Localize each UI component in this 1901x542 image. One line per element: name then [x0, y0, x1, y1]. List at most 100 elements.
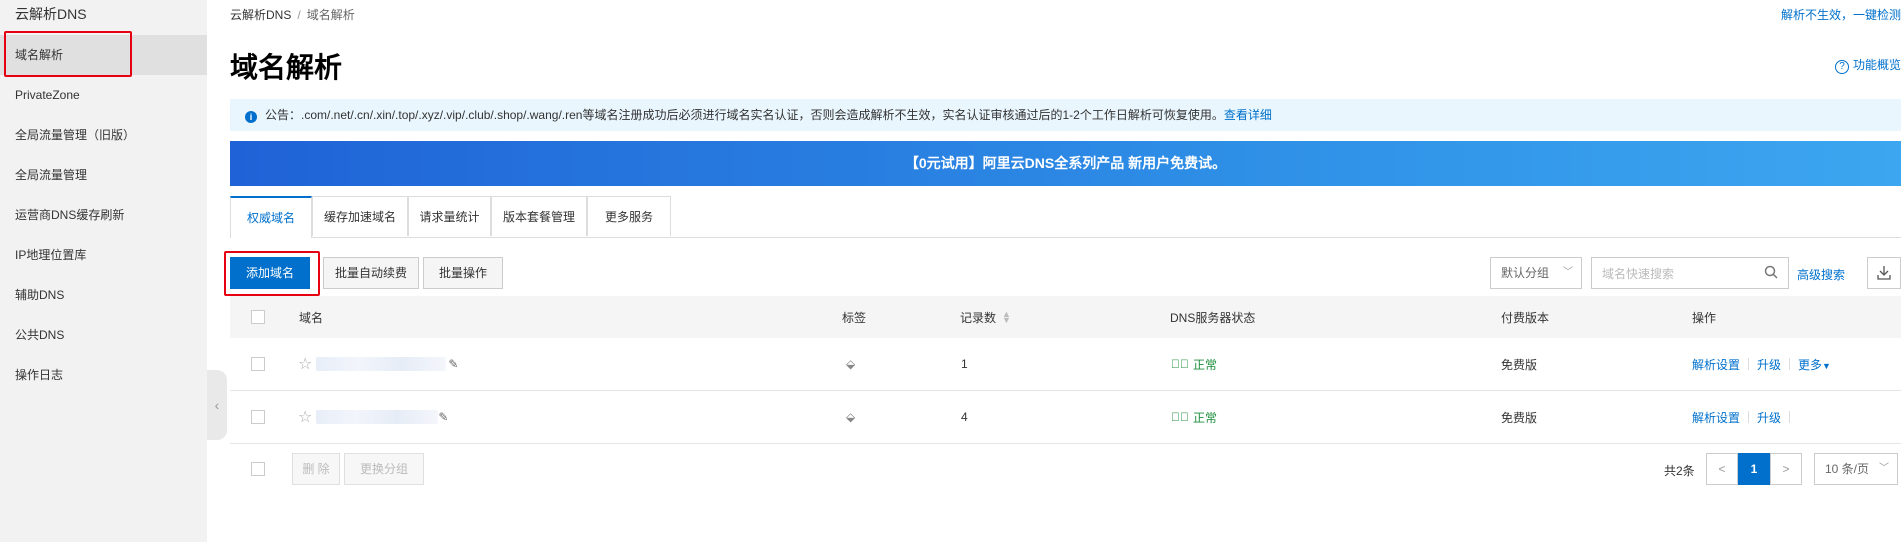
- divider: [1789, 411, 1791, 423]
- tab-version-packages[interactable]: 版本套餐管理: [491, 196, 587, 236]
- tag-icon[interactable]: ⬙: [846, 357, 855, 371]
- header-domain: 域名: [299, 310, 324, 325]
- notice-detail-link[interactable]: 查看详细: [1224, 108, 1272, 122]
- batch-operations-button[interactable]: 批量操作: [423, 257, 503, 289]
- highlight-box-sidebar: [4, 31, 132, 77]
- header-tag: 标签: [842, 310, 867, 325]
- redacted-domain-name[interactable]: [316, 357, 447, 371]
- dns-check-link[interactable]: 解析不生效，一键检测: [1781, 6, 1901, 23]
- change-group-button[interactable]: 更换分组: [344, 453, 424, 485]
- info-icon: i: [245, 111, 257, 123]
- table-footer: [230, 444, 1901, 494]
- star-icon[interactable]: ☆: [298, 407, 312, 427]
- search-icon[interactable]: [1764, 265, 1778, 279]
- pagination-next-button[interactable]: >: [1770, 453, 1802, 485]
- table-row: ☆ ✎ ⬙ 4 ✓⃝ 正常 免费版 解析设置 升级: [230, 391, 1901, 444]
- page-size-select[interactable]: 10 条/页 ﹀: [1814, 453, 1898, 485]
- records-count[interactable]: 1: [961, 338, 968, 390]
- highlight-box-add-domain: [224, 251, 320, 296]
- dns-status-text: 正常: [1193, 410, 1218, 425]
- divider: [1789, 358, 1791, 370]
- domain-cell: ☆ ✎: [298, 391, 448, 443]
- table-row: ☆ ✎ ⬙ 1 ✓⃝ 正常 免费版 解析设置 升级 更多▼: [230, 338, 1901, 391]
- divider: [1748, 358, 1750, 370]
- batch-auto-renew-button[interactable]: 批量自动续费: [323, 257, 419, 289]
- sidebar-item-secondary-dns[interactable]: 辅助DNS: [0, 275, 207, 315]
- tab-more-services[interactable]: 更多服务: [587, 196, 671, 236]
- sidebar-item-privatezone[interactable]: PrivateZone: [0, 75, 207, 115]
- more-actions-link[interactable]: 更多▼: [1798, 356, 1831, 373]
- table-header: 域名 标签 记录数 ▲ ▼ DNS服务器状态 付费版本 操作: [230, 296, 1901, 338]
- sidebar-item-isp-cache-refresh[interactable]: 运营商DNS缓存刷新: [0, 195, 207, 235]
- header-records[interactable]: 记录数 ▲ ▼: [960, 296, 1011, 338]
- actions-cell: 解析设置 升级 更多▼: [1692, 338, 1831, 390]
- advanced-search-link[interactable]: 高级搜索: [1797, 266, 1845, 283]
- pagination-prev-button[interactable]: <: [1706, 453, 1738, 485]
- promo-banner[interactable]: 【0元试用】阿里云DNS全系列产品 新用户免费试。: [230, 141, 1901, 186]
- caret-down-icon: ▼: [1822, 360, 1831, 371]
- version-cell: 免费版: [1501, 357, 1538, 372]
- sidebar-item-public-dns[interactable]: 公共DNS: [0, 315, 207, 355]
- question-icon: ?: [1834, 60, 1849, 74]
- tab-request-stats[interactable]: 请求量统计: [408, 196, 491, 236]
- tab-bar: 权威域名 缓存加速域名 请求量统计 版本套餐管理 更多服务: [230, 196, 1901, 238]
- page-size-value: 10 条/页: [1825, 462, 1870, 476]
- domain-search-box: [1591, 257, 1789, 290]
- star-icon[interactable]: ☆: [298, 354, 312, 374]
- select-all-checkbox[interactable]: [251, 310, 265, 324]
- divider: [1748, 411, 1750, 423]
- row-checkbox[interactable]: [251, 357, 265, 371]
- more-actions-label: 更多: [1798, 357, 1823, 372]
- resolve-settings-link[interactable]: 解析设置: [1692, 409, 1740, 426]
- tag-cell: ⬙: [846, 338, 855, 390]
- breadcrumb-separator: /: [297, 8, 301, 22]
- group-select[interactable]: 默认分组 ﹀: [1490, 257, 1582, 289]
- check-circle-icon: ✓⃝: [1171, 410, 1189, 424]
- tab-cache-acceleration[interactable]: 缓存加速域名: [312, 196, 408, 236]
- sidebar-title: 云解析DNS: [15, 6, 87, 22]
- chevron-down-icon: ﹀: [1879, 463, 1889, 474]
- header-records-label: 记录数: [960, 310, 997, 325]
- check-circle-icon: ✓⃝: [1171, 357, 1189, 371]
- chevron-left-icon: ‹: [214, 397, 220, 413]
- page-title: 域名解析: [230, 52, 343, 83]
- dns-status-cell: ✓⃝ 正常: [1171, 391, 1217, 443]
- upgrade-link[interactable]: 升级: [1757, 409, 1781, 426]
- footer-select-all-checkbox[interactable]: [251, 462, 265, 476]
- dns-status-cell: ✓⃝ 正常: [1171, 338, 1217, 390]
- actions-cell: 解析设置 升级: [1692, 391, 1798, 443]
- sidebar-collapse-handle[interactable]: ‹: [207, 370, 227, 440]
- resolve-settings-link[interactable]: 解析设置: [1692, 356, 1740, 373]
- select-all-cell: [251, 296, 265, 338]
- tag-icon[interactable]: ⬙: [846, 410, 855, 424]
- sidebar-item-ip-geo[interactable]: IP地理位置库: [0, 235, 207, 275]
- header-version: 付费版本: [1501, 310, 1550, 325]
- row-checkbox-cell: [251, 391, 265, 443]
- notice-text: 公告：.com/.net/.cn/.xin/.top/.xyz/.vip/.cl…: [265, 108, 1224, 122]
- delete-button[interactable]: 删 除: [292, 453, 340, 485]
- group-select-value: 默认分组: [1501, 266, 1550, 280]
- download-icon: [1877, 266, 1891, 280]
- redacted-domain-name[interactable]: [316, 410, 439, 424]
- breadcrumb-root[interactable]: 云解析DNS: [230, 8, 291, 22]
- sidebar-item-operation-log[interactable]: 操作日志: [0, 355, 207, 395]
- version-cell: 免费版: [1501, 410, 1538, 425]
- main-content: 云解析DNS / 域名解析 解析不生效，一键检测 域名解析 ? 功能概览 i 公告：.c…: [224, 0, 1901, 542]
- breadcrumb-current: 域名解析: [306, 8, 355, 22]
- edit-icon[interactable]: ✎: [438, 410, 448, 424]
- domain-search-input[interactable]: [1592, 258, 1754, 290]
- sidebar-item-gtm[interactable]: 全局流量管理: [0, 155, 207, 195]
- edit-icon[interactable]: ✎: [448, 357, 458, 371]
- records-count[interactable]: 4: [961, 391, 968, 443]
- dns-status-text: 正常: [1193, 357, 1218, 372]
- chevron-down-icon: ﹀: [1563, 267, 1573, 278]
- sort-icon[interactable]: ▲ ▼: [1002, 310, 1011, 325]
- row-checkbox[interactable]: [251, 410, 265, 424]
- pagination-page-1[interactable]: 1: [1738, 453, 1770, 485]
- upgrade-link[interactable]: 升级: [1757, 356, 1781, 373]
- download-button[interactable]: [1867, 257, 1901, 289]
- function-overview-link[interactable]: ? 功能概览: [1834, 56, 1901, 74]
- sidebar-item-gtm-legacy[interactable]: 全局流量管理（旧版）: [0, 115, 207, 155]
- function-overview-label: 功能概览: [1852, 58, 1901, 72]
- tab-authoritative-domains[interactable]: 权威域名: [230, 196, 312, 238]
